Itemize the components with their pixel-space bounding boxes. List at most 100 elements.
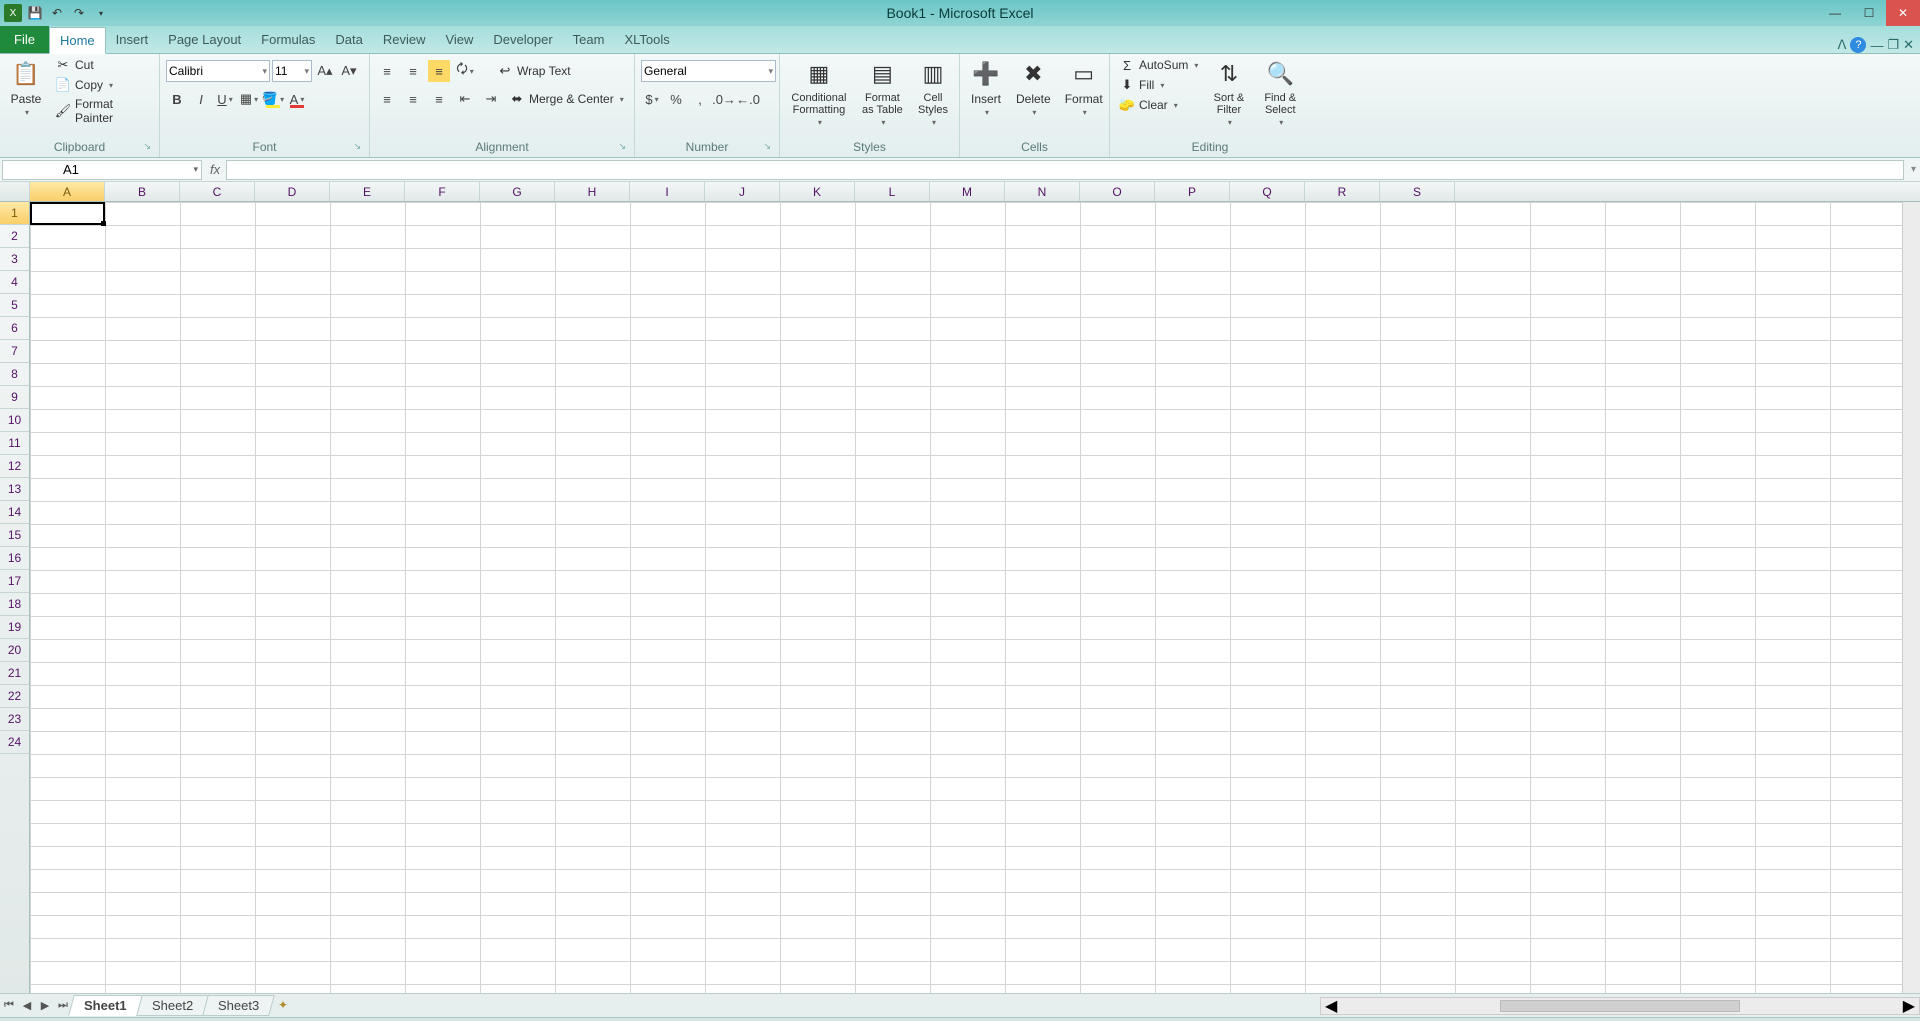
column-header-F[interactable]: F <box>405 182 480 201</box>
sort-filter-button[interactable]: ⇅Sort & Filter▾ <box>1207 56 1250 139</box>
fill-button[interactable]: ⬇Fill▾ <box>1116 76 1201 94</box>
column-header-R[interactable]: R <box>1305 182 1380 201</box>
column-header-L[interactable]: L <box>855 182 930 201</box>
formula-input[interactable] <box>226 160 1904 180</box>
align-right-button[interactable]: ≡ <box>428 88 450 110</box>
row-header-11[interactable]: 11 <box>0 432 29 455</box>
window-close-icon[interactable]: ✕ <box>1903 37 1914 53</box>
cut-button[interactable]: ✂Cut <box>52 56 153 74</box>
new-sheet-button[interactable]: ✦ <box>278 998 298 1014</box>
sheet-nav-next-icon[interactable]: ▶ <box>36 999 54 1012</box>
format-painter-button[interactable]: 🖌Format Painter <box>52 96 153 126</box>
orientation-button[interactable]: 🗘▾ <box>454 60 476 82</box>
cell-grid[interactable] <box>30 202 1902 993</box>
column-header-P[interactable]: P <box>1155 182 1230 201</box>
maximize-button[interactable]: ☐ <box>1852 0 1886 26</box>
sheet-nav-prev-icon[interactable]: ◀ <box>18 999 36 1012</box>
column-header-C[interactable]: C <box>180 182 255 201</box>
row-header-9[interactable]: 9 <box>0 386 29 409</box>
column-header-B[interactable]: B <box>105 182 180 201</box>
merge-center-button[interactable]: ⬌Merge & Center▾ <box>506 90 627 108</box>
tab-team[interactable]: Team <box>563 26 615 53</box>
ribbon-minimize-icon[interactable]: ᐱ <box>1838 37 1847 53</box>
bold-button[interactable]: B <box>166 88 188 110</box>
column-header-Q[interactable]: Q <box>1230 182 1305 201</box>
row-header-17[interactable]: 17 <box>0 570 29 593</box>
tab-developer[interactable]: Developer <box>483 26 562 53</box>
insert-cells-button[interactable]: ➕Insert▾ <box>966 56 1006 139</box>
minimize-button[interactable]: — <box>1818 0 1852 26</box>
tab-home[interactable]: Home <box>49 27 106 54</box>
row-header-6[interactable]: 6 <box>0 317 29 340</box>
borders-button[interactable]: ▦▾ <box>238 88 260 110</box>
vertical-scrollbar[interactable] <box>1902 202 1920 993</box>
save-icon[interactable]: 💾 <box>26 4 44 22</box>
hscroll-thumb[interactable] <box>1500 1000 1740 1012</box>
column-header-G[interactable]: G <box>480 182 555 201</box>
delete-cells-button[interactable]: ✖Delete▾ <box>1012 56 1055 139</box>
decrease-font-icon[interactable]: A▾ <box>338 60 360 82</box>
paste-dropdown-icon[interactable]: ▾ <box>25 108 29 117</box>
formula-expand-icon[interactable]: ▾ <box>1907 164 1920 175</box>
row-header-14[interactable]: 14 <box>0 501 29 524</box>
tab-view[interactable]: View <box>435 26 483 53</box>
row-header-1[interactable]: 1 <box>0 202 29 225</box>
column-header-A[interactable]: A <box>30 182 105 201</box>
row-header-15[interactable]: 15 <box>0 524 29 547</box>
file-tab[interactable]: File <box>0 26 49 53</box>
fx-icon[interactable]: fx <box>204 162 226 177</box>
underline-button[interactable]: U▾ <box>214 88 236 110</box>
tab-xltools[interactable]: XLTools <box>614 26 679 53</box>
row-header-22[interactable]: 22 <box>0 685 29 708</box>
active-cell[interactable] <box>30 202 105 225</box>
close-button[interactable]: ✕ <box>1886 0 1920 26</box>
qat-customize-icon[interactable]: ▾ <box>92 4 110 22</box>
row-header-7[interactable]: 7 <box>0 340 29 363</box>
row-header-19[interactable]: 19 <box>0 616 29 639</box>
format-as-table-button[interactable]: ▤Format as Table▾ <box>858 56 907 139</box>
hscroll-left-icon[interactable]: ◀ <box>1321 996 1341 1016</box>
decrease-indent-button[interactable]: ⇤ <box>454 88 476 110</box>
row-header-16[interactable]: 16 <box>0 547 29 570</box>
comma-button[interactable]: , <box>689 88 711 110</box>
format-cells-button[interactable]: ▭Format▾ <box>1061 56 1107 139</box>
align-center-button[interactable]: ≡ <box>402 88 424 110</box>
window-min-icon[interactable]: — <box>1870 38 1883 53</box>
row-header-20[interactable]: 20 <box>0 639 29 662</box>
row-header-13[interactable]: 13 <box>0 478 29 501</box>
window-restore-icon[interactable]: ❐ <box>1887 37 1899 53</box>
align-middle-button[interactable]: ≡ <box>402 60 424 82</box>
row-header-18[interactable]: 18 <box>0 593 29 616</box>
decrease-decimal-button[interactable]: ←.0 <box>737 88 759 110</box>
column-header-O[interactable]: O <box>1080 182 1155 201</box>
tab-page-layout[interactable]: Page Layout <box>158 26 251 53</box>
font-size-combo[interactable]: 11▾ <box>272 60 312 82</box>
align-left-button[interactable]: ≡ <box>376 88 398 110</box>
font-launcher-icon[interactable]: ↘ <box>353 141 361 152</box>
fill-color-button[interactable]: 🪣▾ <box>262 88 284 110</box>
accounting-button[interactable]: $▾ <box>641 88 663 110</box>
sheet-nav-first-icon[interactable]: ⏮ <box>0 999 18 1012</box>
column-header-M[interactable]: M <box>930 182 1005 201</box>
tab-data[interactable]: Data <box>325 26 372 53</box>
italic-button[interactable]: I <box>190 88 212 110</box>
row-header-5[interactable]: 5 <box>0 294 29 317</box>
undo-icon[interactable]: ↶ <box>48 4 66 22</box>
paste-button[interactable]: 📋 Paste ▾ <box>6 56 46 139</box>
clipboard-launcher-icon[interactable]: ↘ <box>143 141 151 152</box>
align-bottom-button[interactable]: ≡ <box>428 60 450 82</box>
column-header-K[interactable]: K <box>780 182 855 201</box>
font-color-button[interactable]: A▾ <box>286 88 308 110</box>
tab-insert[interactable]: Insert <box>106 26 159 53</box>
help-icon[interactable]: ? <box>1850 37 1866 53</box>
row-header-24[interactable]: 24 <box>0 731 29 754</box>
row-header-3[interactable]: 3 <box>0 248 29 271</box>
column-header-I[interactable]: I <box>630 182 705 201</box>
column-header-S[interactable]: S <box>1380 182 1455 201</box>
copy-button[interactable]: 📄Copy▾ <box>52 76 153 94</box>
column-header-H[interactable]: H <box>555 182 630 201</box>
increase-indent-button[interactable]: ⇥ <box>480 88 502 110</box>
sheet-tab-sheet3[interactable]: Sheet3 <box>202 995 275 1016</box>
number-format-combo[interactable]: General▾ <box>641 60 776 82</box>
tab-review[interactable]: Review <box>373 26 436 53</box>
